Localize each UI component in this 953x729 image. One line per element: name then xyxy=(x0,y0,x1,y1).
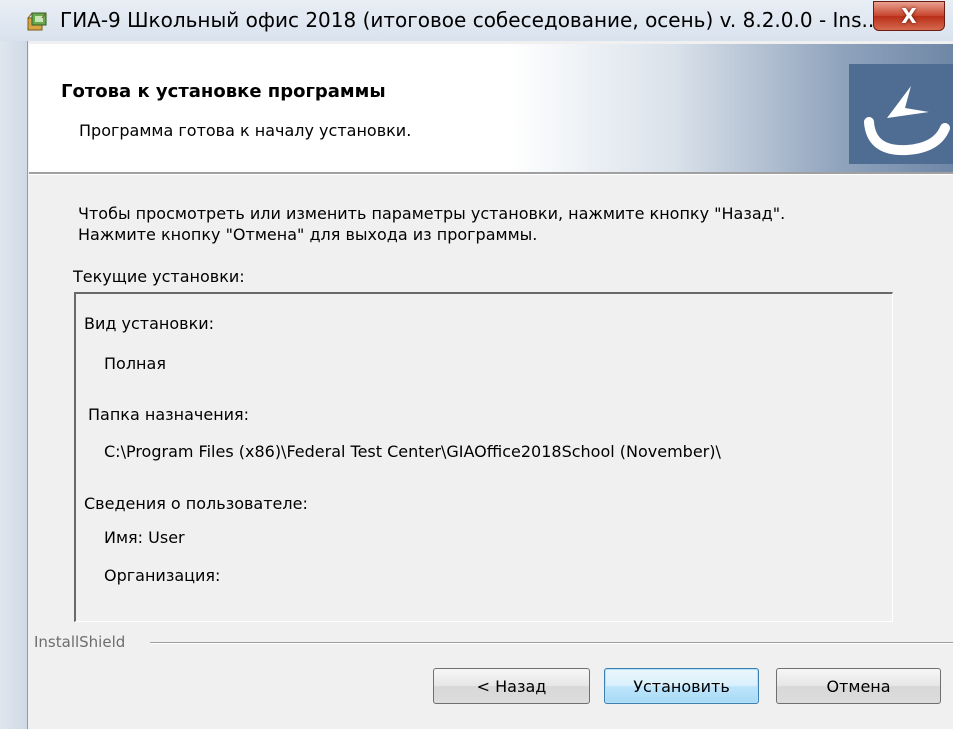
close-icon: X xyxy=(901,4,917,28)
page-subtitle: Программа готова к началу установки. xyxy=(79,121,412,140)
install-type-label: Вид установки: xyxy=(84,314,215,333)
destination-value: C:\Program Files (x86)\Federal Test Cent… xyxy=(104,442,721,461)
window-title: ГИА-9 Школьный офис 2018 (итоговое собес… xyxy=(60,8,881,32)
header-banner: Готова к установке программы Программа г… xyxy=(29,44,953,172)
window-frame-left xyxy=(0,41,28,729)
title-bar[interactable]: ГИА-9 Школьный офис 2018 (итоговое собес… xyxy=(0,0,953,41)
cancel-button[interactable]: Отмена xyxy=(776,668,941,704)
install-type-value: Полная xyxy=(104,354,166,373)
footer-divider xyxy=(150,642,953,644)
installer-box-icon xyxy=(27,12,47,31)
organization: Организация: xyxy=(104,566,221,585)
instruction-line: Чтобы просмотреть или изменить параметры… xyxy=(78,204,786,223)
installshield-logo-icon xyxy=(849,64,953,164)
installshield-brand: InstallShield xyxy=(34,633,126,651)
back-button[interactable]: < Назад xyxy=(433,668,590,704)
user-info-label: Сведения о пользователе: xyxy=(84,494,308,513)
close-button[interactable]: X xyxy=(873,1,945,31)
install-button[interactable]: Установить xyxy=(604,668,759,704)
current-settings-label: Текущие установки: xyxy=(73,267,245,286)
instruction-line: Нажмите кнопку "Отмена" для выхода из пр… xyxy=(78,225,538,244)
settings-summary-box[interactable]: Вид установки: Полная Папка назначения: … xyxy=(74,292,893,622)
user-name: Имя: User xyxy=(104,528,185,547)
instructions: Чтобы просмотреть или изменить параметры… xyxy=(78,203,785,245)
destination-label: Папка назначения: xyxy=(88,405,250,424)
installer-window: ГИА-9 Школьный офис 2018 (итоговое собес… xyxy=(0,0,953,729)
page-title: Готова к установке программы xyxy=(61,81,386,102)
header-divider xyxy=(29,172,953,175)
